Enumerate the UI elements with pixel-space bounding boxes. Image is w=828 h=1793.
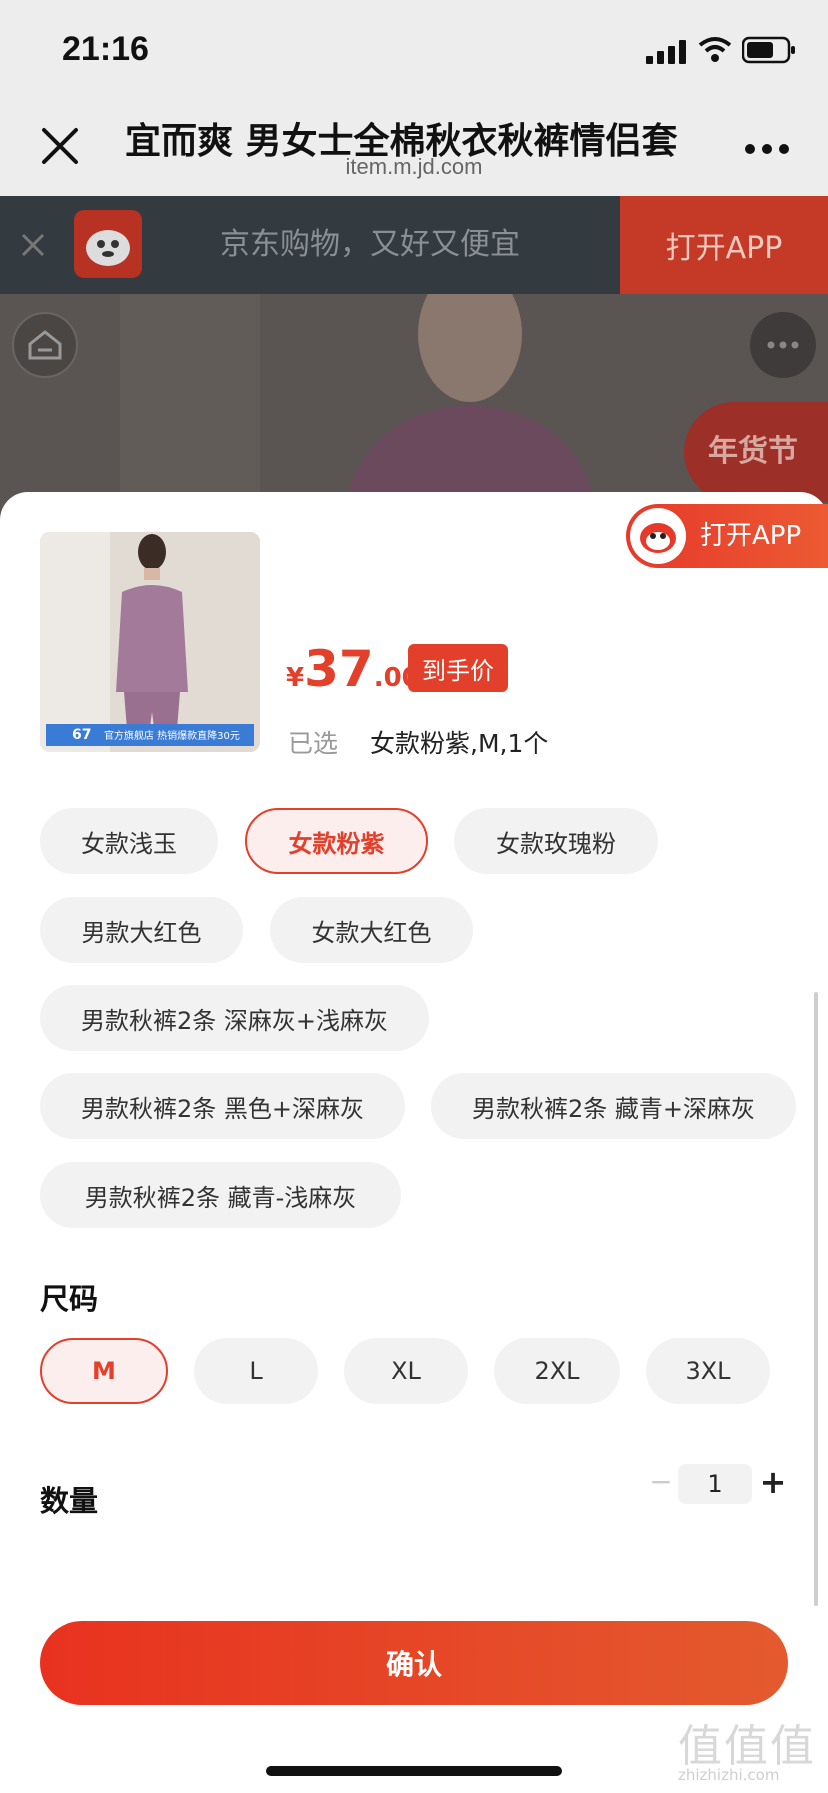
- scrollbar[interactable]: [814, 992, 818, 1606]
- home-icon[interactable]: [12, 312, 78, 378]
- battery-icon: [741, 36, 796, 64]
- selected-label: 已选: [288, 729, 339, 758]
- thumbnail-price-badge: 67 官方旗舰店 热销爆款直降30元: [46, 724, 254, 746]
- size-option[interactable]: XL: [344, 1338, 468, 1404]
- quantity-minus-button[interactable]: −: [648, 1462, 674, 1502]
- thumbnail-badge-price: 67: [72, 727, 92, 743]
- size-option[interactable]: 3XL: [646, 1338, 770, 1404]
- banner-slogan: 京东购物，又好又便宜: [220, 227, 520, 262]
- price-currency: ¥: [286, 663, 305, 693]
- product-thumbnail: 67 官方旗舰店 热销爆款直降30元: [40, 532, 260, 752]
- banner-close-icon[interactable]: [20, 232, 46, 258]
- thumbnail-badge-text: 官方旗舰店 热销爆款直降30元: [103, 731, 240, 742]
- quantity-value[interactable]: 1: [678, 1464, 752, 1504]
- color-option-selected[interactable]: 女款粉紫: [245, 808, 428, 874]
- signal-icon: [646, 40, 688, 64]
- price-tag-badge: 到手价: [408, 644, 508, 692]
- hero-more-icon[interactable]: [750, 312, 816, 378]
- quantity-plus-button[interactable]: +: [758, 1462, 788, 1502]
- color-option[interactable]: 男款秋裤2条 藏青-浅麻灰: [40, 1162, 401, 1228]
- quantity-title: 数量: [40, 1484, 99, 1518]
- watermark-url: zhizhizhi.com: [678, 1766, 780, 1784]
- size-option[interactable]: 2XL: [494, 1338, 620, 1404]
- jd-logo-icon: [74, 210, 142, 278]
- floating-open-app-button[interactable]: 打开APP: [626, 504, 828, 568]
- color-option[interactable]: 男款秋裤2条 藏青+深麻灰: [431, 1073, 796, 1139]
- selected-value: 女款粉紫,M,1个: [370, 729, 549, 758]
- floating-open-app-label: 打开APP: [700, 521, 802, 551]
- size-option[interactable]: L: [194, 1338, 318, 1404]
- home-indicator: [266, 1766, 562, 1776]
- price: ¥37.00: [286, 640, 420, 698]
- color-option[interactable]: 女款玫瑰粉: [454, 808, 658, 874]
- wifi-icon: [698, 36, 732, 64]
- size-title: 尺码: [40, 1282, 99, 1316]
- size-option-selected[interactable]: M: [40, 1338, 168, 1404]
- jd-mascot-icon: [630, 508, 686, 564]
- banner-open-app-button[interactable]: 打开APP: [620, 196, 828, 294]
- festival-badge: 年货节: [684, 402, 828, 502]
- color-option[interactable]: 女款浅玉: [40, 808, 218, 874]
- color-option[interactable]: 男款秋裤2条 深麻灰+浅麻灰: [40, 985, 429, 1051]
- watermark-logo: 值值值: [678, 1721, 816, 1772]
- confirm-button[interactable]: 确认: [40, 1621, 788, 1705]
- price-integer: 37: [304, 640, 374, 698]
- color-option[interactable]: 男款大红色: [40, 897, 243, 963]
- status-time: 21:16: [62, 30, 149, 68]
- color-option[interactable]: 男款秋裤2条 黑色+深麻灰: [40, 1073, 405, 1139]
- color-option[interactable]: 女款大红色: [270, 897, 473, 963]
- page-url: item.m.jd.com: [345, 154, 483, 179]
- more-icon[interactable]: [744, 140, 790, 154]
